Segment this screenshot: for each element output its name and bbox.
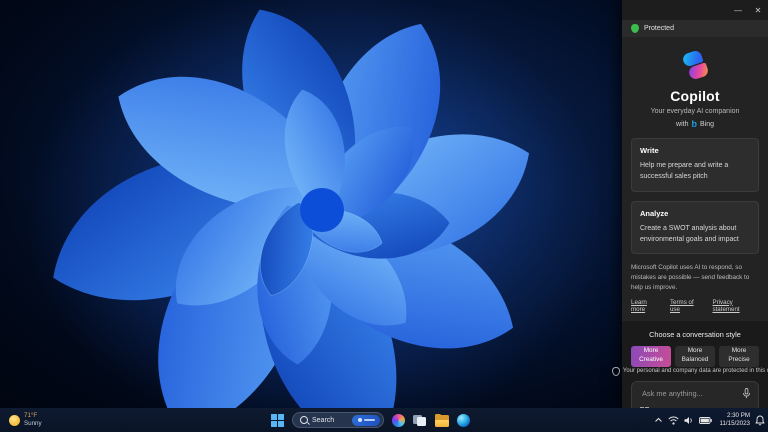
bloom-artwork	[25, 0, 605, 408]
search-label: Search	[312, 416, 335, 424]
card-text: Help me prepare and write a successful s…	[640, 162, 729, 180]
tray-date: 11/15/2023	[719, 420, 750, 427]
close-button[interactable]: ✕	[748, 0, 768, 20]
learn-more-link[interactable]: Learn more	[631, 299, 661, 313]
wifi-icon[interactable]	[668, 416, 680, 425]
bing-icon: b	[691, 119, 697, 129]
style-more-creative[interactable]: More Creative	[631, 345, 671, 367]
battery-icon[interactable]	[699, 416, 713, 424]
protected-badge[interactable]: Protected	[622, 20, 768, 37]
clock[interactable]: 2:30 PM 11/15/2023	[719, 412, 750, 428]
privacy-note: Your personal and company data are prote…	[622, 368, 768, 375]
card-category: Write	[640, 146, 659, 155]
bing-label: Bing	[699, 121, 714, 128]
search-icon	[300, 416, 308, 424]
privacy-shield-icon	[611, 366, 620, 376]
protected-label: Protected	[644, 25, 674, 32]
style-chooser: More Creative More Balanced More Precise	[631, 345, 759, 367]
style-more-precise[interactable]: More Precise	[719, 345, 759, 367]
copilot-subtitle: Your everyday AI companion	[650, 108, 740, 115]
card-category: Analyze	[640, 208, 669, 218]
style-chooser-heading: Choose a conversation style	[649, 329, 741, 339]
copilot-hero: Copilot Your everyday AI companion with …	[622, 37, 768, 129]
card-text: Create a SWOT analysis about environment…	[640, 224, 739, 243]
footer-links: Learn more Terms of use Privacy statemen…	[631, 299, 759, 313]
with-label: with	[676, 121, 689, 128]
panel-titlebar: — ✕	[622, 0, 768, 20]
ai-disclaimer: Microsoft Copilot uses AI to respond, so…	[631, 264, 750, 291]
terms-of-use-link[interactable]: Terms of use	[670, 299, 704, 313]
file-explorer-icon[interactable]	[435, 413, 449, 427]
start-button[interactable]	[271, 413, 284, 427]
weather-temperature: 71°F	[24, 412, 38, 420]
suggestion-card-write[interactable]: Write Help me prepare and write a succes…	[631, 138, 759, 192]
suggestion-cards: Write Help me prepare and write a succes…	[622, 129, 768, 255]
suggestion-card-analyze[interactable]: Analyze Create a SWOT analysis about env…	[631, 200, 759, 255]
chat-input[interactable]	[640, 387, 742, 399]
privacy-statement-link[interactable]: Privacy statement	[712, 299, 759, 313]
copilot-panel: — ✕ Protected Copilot Your everyday AI c…	[611, 0, 768, 432]
shield-icon	[631, 24, 639, 33]
sun-icon	[9, 414, 20, 426]
edge-browser-icon[interactable]	[457, 413, 470, 427]
copilot-title: Copilot	[670, 88, 720, 104]
system-tray: 2:30 PM 11/15/2023	[654, 408, 765, 432]
chevron-up-icon[interactable]	[654, 417, 663, 423]
microphone-icon[interactable]	[742, 387, 751, 399]
copilot-logo-icon	[680, 49, 710, 81]
notification-bell-icon[interactable]	[755, 415, 765, 426]
with-bing-row: with b Bing	[622, 120, 768, 129]
privacy-note-row: Your personal and company data are prote…	[611, 366, 768, 376]
search-bing-badge[interactable]	[352, 414, 380, 426]
minimize-button[interactable]: —	[728, 0, 748, 20]
style-more-balanced[interactable]: More Balanced	[675, 345, 715, 367]
weather-condition: Sunny	[24, 420, 42, 427]
tray-time: 2:30 PM	[726, 411, 750, 419]
taskbar: 71°F Sunny Search 2:30 PM 11/15/2023	[0, 408, 768, 432]
search-box[interactable]: Search	[292, 412, 384, 428]
taskbar-center-icons: Search	[271, 408, 470, 432]
weather-widget[interactable]: 71°F Sunny	[0, 412, 42, 428]
task-view-icon[interactable]	[413, 413, 427, 427]
copilot-taskbar-icon[interactable]	[392, 413, 405, 427]
desktop-wallpaper	[0, 0, 622, 408]
volume-icon[interactable]	[684, 416, 694, 425]
